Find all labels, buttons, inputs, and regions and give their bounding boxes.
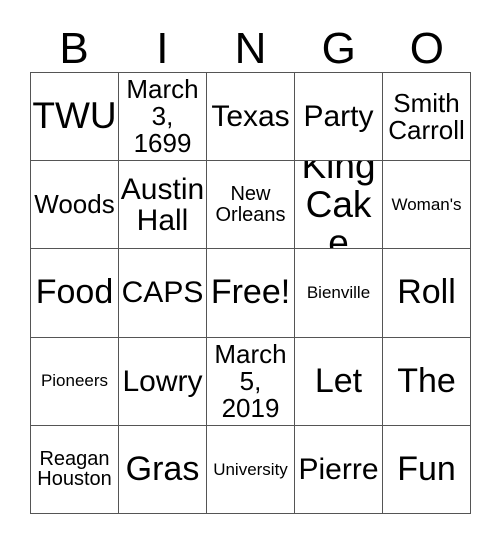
bingo-cell[interactable]: Let (295, 337, 383, 426)
header-letter-n: N (234, 24, 267, 73)
bingo-cell[interactable]: Gras (119, 425, 207, 515)
bingo-header: B I N G O (30, 18, 471, 72)
bingo-cell-label: King Cake (301, 161, 376, 250)
bingo-row: Woods Austin Hall New Orleans King Cake … (31, 161, 471, 250)
header-letter-o: O (409, 24, 445, 73)
bingo-cell[interactable]: CAPS (119, 249, 207, 338)
bingo-cell-label: Reagan Houston (37, 447, 112, 491)
bingo-card: B I N G O TWU March 3, 1699 Texas Party … (0, 0, 500, 544)
bingo-cell[interactable]: Lowry (119, 337, 207, 426)
bingo-cell[interactable]: Pioneers (31, 337, 119, 426)
bingo-cell-label: Free! (210, 273, 291, 312)
bingo-cell-label: Roll (397, 273, 456, 312)
bingo-cell-label: Bienville (306, 283, 371, 303)
bingo-cell[interactable]: March 5, 2019 (207, 337, 295, 426)
bingo-cell-label: The (397, 361, 456, 400)
bingo-cell[interactable]: Woman's (383, 161, 471, 250)
bingo-cell-label: Woods (34, 189, 115, 220)
header-letter-i: I (156, 24, 169, 73)
bingo-cell-label: Party (303, 100, 374, 133)
bingo-cell-label: Texas (211, 100, 290, 133)
header-letter-g: G (321, 24, 356, 73)
bingo-cell[interactable]: Woods (31, 161, 119, 250)
bingo-cell[interactable]: TWU (31, 73, 119, 162)
bingo-cell[interactable]: The (383, 337, 471, 426)
bingo-cell-label: Lowry (122, 364, 203, 398)
bingo-cell-label: Austin Hall (120, 172, 205, 237)
header-letter-b: B (59, 24, 89, 73)
bingo-cell-label: Let (314, 361, 363, 400)
bingo-cell-label: University (213, 459, 288, 479)
bingo-cell-label: March 5, 2019 (214, 338, 287, 423)
bingo-cell-label: Smith Carroll (388, 87, 465, 145)
bingo-cell[interactable]: Pierre (295, 425, 383, 515)
bingo-cell-label: TWU (32, 95, 117, 137)
bingo-cell-label: Woman's (391, 194, 462, 214)
bingo-cell[interactable]: Roll (383, 249, 471, 338)
bingo-cell[interactable]: Party (295, 73, 383, 162)
bingo-cell[interactable]: King Cake (295, 161, 383, 250)
bingo-cell-label: Fun (397, 449, 456, 488)
bingo-cell[interactable]: Austin Hall (119, 161, 207, 250)
bingo-row: TWU March 3, 1699 Texas Party Smith Carr… (31, 73, 471, 162)
bingo-cell-label: March 3, 1699 (126, 74, 199, 159)
bingo-row: Food CAPS Free! Bienville Roll (31, 249, 471, 338)
bingo-cell[interactable]: Food (31, 249, 119, 338)
bingo-cell-label: Pierre (298, 452, 379, 486)
bingo-row: Pioneers Lowry March 5, 2019 Let The (31, 337, 471, 426)
bingo-cell[interactable]: University (207, 425, 295, 515)
bingo-cell-label: Pioneers (40, 371, 109, 391)
bingo-cell-label: New Orleans (215, 183, 286, 226)
bingo-row: Reagan Houston Gras University Pierre Fu… (31, 425, 471, 515)
bingo-cell[interactable]: Texas (207, 73, 295, 162)
bingo-cell[interactable]: Bienville (295, 249, 383, 338)
bingo-cell[interactable]: Smith Carroll (383, 73, 471, 162)
bingo-grid: TWU March 3, 1699 Texas Party Smith Carr… (30, 72, 471, 515)
bingo-cell[interactable]: March 3, 1699 (119, 73, 207, 162)
bingo-cell[interactable]: Fun (383, 425, 471, 515)
bingo-cell-free[interactable]: Free! (207, 249, 295, 338)
bingo-cell[interactable]: Reagan Houston (31, 425, 119, 515)
bingo-cell-label: Gras (125, 449, 200, 488)
bingo-cell[interactable]: New Orleans (207, 161, 295, 250)
bingo-cell-label: Food (35, 273, 114, 312)
bingo-cell-label: CAPS (121, 276, 204, 310)
